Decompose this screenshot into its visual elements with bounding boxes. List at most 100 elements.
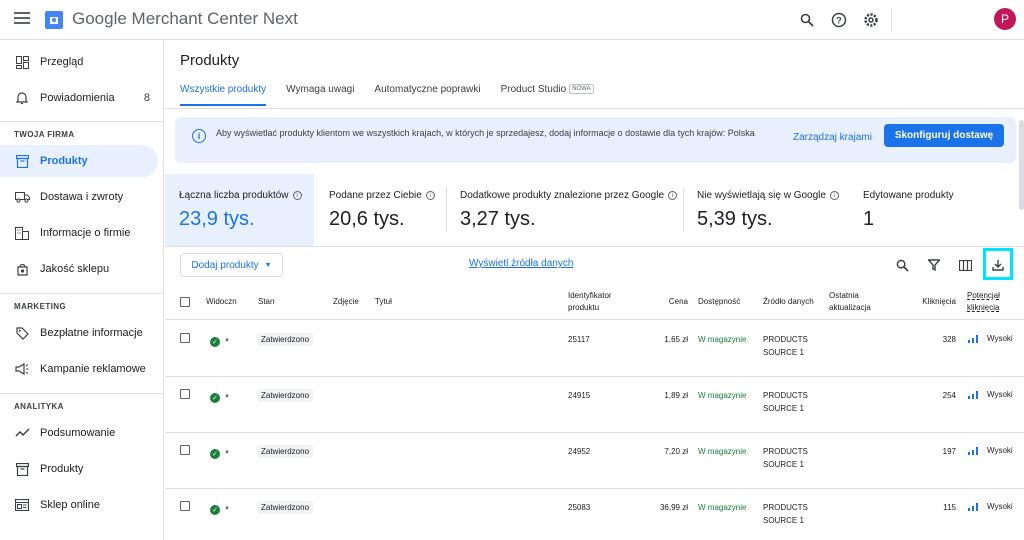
column-header-image: Zdjęcie (333, 297, 359, 306)
add-products-button[interactable]: Dodaj produkty ▼ (180, 253, 283, 277)
sidebar-item-label: Jakość sklepu (40, 263, 110, 275)
columns-icon[interactable] (955, 255, 975, 275)
tab-automatic-improvements[interactable]: Automatyczne poprawki (374, 84, 480, 106)
chevron-down-icon[interactable]: ▼ (224, 506, 230, 512)
chevron-down-icon[interactable]: ▼ (224, 394, 230, 400)
new-badge: NOWA (569, 84, 594, 94)
search-icon[interactable] (796, 9, 818, 31)
search-icon[interactable] (892, 255, 912, 275)
sidebar-item-label: Powiadomienia (40, 92, 115, 104)
info-icon[interactable]: i (292, 191, 302, 200)
configure-shipping-button[interactable]: Skonfiguruj dostawę (884, 124, 1004, 147)
stat-additional-products[interactable]: Dodatkowe produkty znalezione przez Goog… (446, 174, 682, 246)
sidebar-section-heading: TWOJA FIRMA (14, 130, 75, 139)
sidebar-item-label: Informacje o firmie (40, 227, 131, 239)
stat-value: 1 (863, 208, 875, 230)
top-bar: Google Merchant Center Next ? P (0, 0, 1024, 40)
approved-check-icon: ✓ (210, 505, 220, 515)
info-icon[interactable]: i (668, 191, 678, 200)
sidebar-item-free-listings[interactable]: Bezpłatne informacje (0, 317, 158, 349)
column-header-status[interactable]: Stan (258, 296, 274, 308)
column-header-visible[interactable]: Widoczn (206, 296, 237, 308)
price-cell: 7,20 zł (664, 447, 688, 456)
info-icon[interactable]: i (425, 191, 435, 200)
stat-total-products[interactable]: Łączna liczba produktów i 23,9 tys. (165, 174, 314, 246)
sidebar-item-products[interactable]: Produkty (0, 145, 158, 177)
stat-edited-products[interactable]: Edytowane produkty 1 (849, 174, 1019, 246)
top-divider (891, 8, 892, 32)
sidebar-item-analytics-products[interactable]: Produkty (0, 453, 158, 485)
stat-value: 23,9 tys. (179, 208, 255, 230)
sidebar-item-label: Dostawa i zwroty (40, 191, 124, 203)
status-badge: Zatwierdzono (257, 501, 314, 514)
svg-text:?: ? (836, 16, 842, 26)
user-avatar[interactable]: P (994, 8, 1016, 30)
menu-icon[interactable] (14, 12, 30, 26)
column-header-clicks[interactable]: Kliknięcia (909, 296, 956, 308)
tab-all-products[interactable]: Wszystkie produkty (180, 84, 267, 106)
table-row[interactable]: ✓ ▼ Zatwierdzono 24952 7,20 zł W magazyn… (165, 433, 1024, 489)
sidebar-item-label: Sklep online (40, 499, 100, 511)
sidebar-item-overview[interactable]: Przegląd (0, 46, 158, 78)
filter-icon[interactable] (924, 255, 944, 275)
sidebar-item-notifications[interactable]: Powiadomienia 8 (0, 82, 158, 114)
page-title: Produkty (180, 52, 240, 69)
column-header-product-id[interactable]: Identyfikator produktu (568, 290, 628, 314)
sidebar-item-ad-campaigns[interactable]: Kampanie reklamowe (0, 353, 158, 385)
banner-message: Aby wyświetlać produkty klientom we wszy… (216, 128, 755, 138)
sidebar-item-business-info[interactable]: Informacje o firmie (0, 217, 158, 249)
status-badge: Zatwierdzono (257, 445, 314, 458)
sidebar-item-online-store[interactable]: Sklep online (0, 489, 158, 521)
row-checkbox[interactable] (180, 333, 190, 343)
product-id-cell: 24952 (568, 447, 591, 456)
settings-gear-icon[interactable] (860, 9, 882, 31)
column-header-click-potential[interactable]: Potencjał kliknięcia (967, 290, 1019, 314)
sidebar: Przegląd Powiadomienia 8 TWOJA FIRMA Pro… (0, 41, 164, 540)
chevron-down-icon[interactable]: ▼ (224, 338, 230, 344)
column-header-price[interactable]: Cena (655, 296, 688, 308)
stats-row: Łączna liczba produktów i 23,9 tys. Podan… (165, 174, 1024, 246)
show-data-sources-link[interactable]: Wyświetl źródła danych (469, 258, 573, 269)
sidebar-item-summary[interactable]: Podsumowanie (0, 417, 158, 449)
stat-value: 20,6 tys. (329, 208, 405, 230)
product-id-cell: 24915 (568, 391, 591, 400)
table-toolbar: Dodaj produkty ▼ Wyświetl źródła danych (165, 247, 1024, 283)
clicks-cell: 328 (942, 335, 956, 344)
sidebar-item-label: Przegląd (40, 56, 84, 68)
row-checkbox[interactable] (180, 445, 190, 455)
tab-product-studio[interactable]: Product Studio NOWA (501, 84, 594, 106)
info-icon[interactable]: i (829, 191, 839, 200)
page-scrollbar[interactable] (1019, 120, 1024, 210)
trend-icon (14, 425, 30, 441)
table-row[interactable]: ✓ ▼ Zatwierdzono 25117 1,65 zł W magazyn… (165, 321, 1024, 377)
column-header-data-source[interactable]: Źródło danych (763, 296, 814, 308)
download-icon[interactable] (988, 255, 1008, 275)
select-all-checkbox[interactable] (180, 297, 190, 307)
bell-icon (14, 90, 30, 106)
column-header-last-updated[interactable]: Ostatnia aktualizacja (829, 290, 889, 314)
tab-needs-attention[interactable]: Wymaga uwagi (286, 84, 354, 106)
manage-countries-link[interactable]: Zarządzaj krajami (793, 132, 872, 143)
stat-not-shown[interactable]: Nie wyświetlają się w Google i 5,39 tys. (683, 174, 849, 246)
table-row[interactable]: ✓ ▼ Zatwierdzono 25083 36,99 zł W magazy… (165, 489, 1024, 540)
table-row[interactable]: ✓ ▼ Zatwierdzono 24915 1,89 zł W magazyn… (165, 377, 1024, 433)
sidebar-item-shipping[interactable]: Dostawa i zwroty (0, 181, 158, 213)
stat-label: Dodatkowe produkty znalezione przez Goog… (460, 190, 665, 201)
chevron-down-icon[interactable]: ▼ (224, 450, 230, 456)
table-header: Widoczn Stan Zdjęcie Tytuł Identyfikator… (165, 284, 1024, 320)
signal-bars-icon (968, 335, 979, 343)
sidebar-item-store-quality[interactable]: Jakość sklepu (0, 253, 158, 285)
row-checkbox[interactable] (180, 389, 190, 399)
stat-provided-by-you[interactable]: Podane przez Ciebie i 20,6 tys. (315, 174, 445, 246)
shipping-info-banner: i Aby wyświetlać produkty klientom we ws… (175, 117, 1016, 163)
product-id-cell: 25083 (568, 503, 591, 512)
store-icon (14, 497, 30, 513)
column-header-availability[interactable]: Dostępność (698, 296, 740, 308)
column-header-title[interactable]: Tytuł (375, 296, 392, 308)
price-cell: 36,99 zł (659, 503, 688, 512)
sidebar-section-heading: ANALITYKA (14, 402, 64, 411)
data-source-cell: PRODUCTS SOURCE 1 (763, 447, 808, 469)
stat-label: Nie wyświetlają się w Google (697, 190, 826, 201)
row-checkbox[interactable] (180, 501, 190, 511)
help-icon[interactable]: ? (828, 9, 850, 31)
